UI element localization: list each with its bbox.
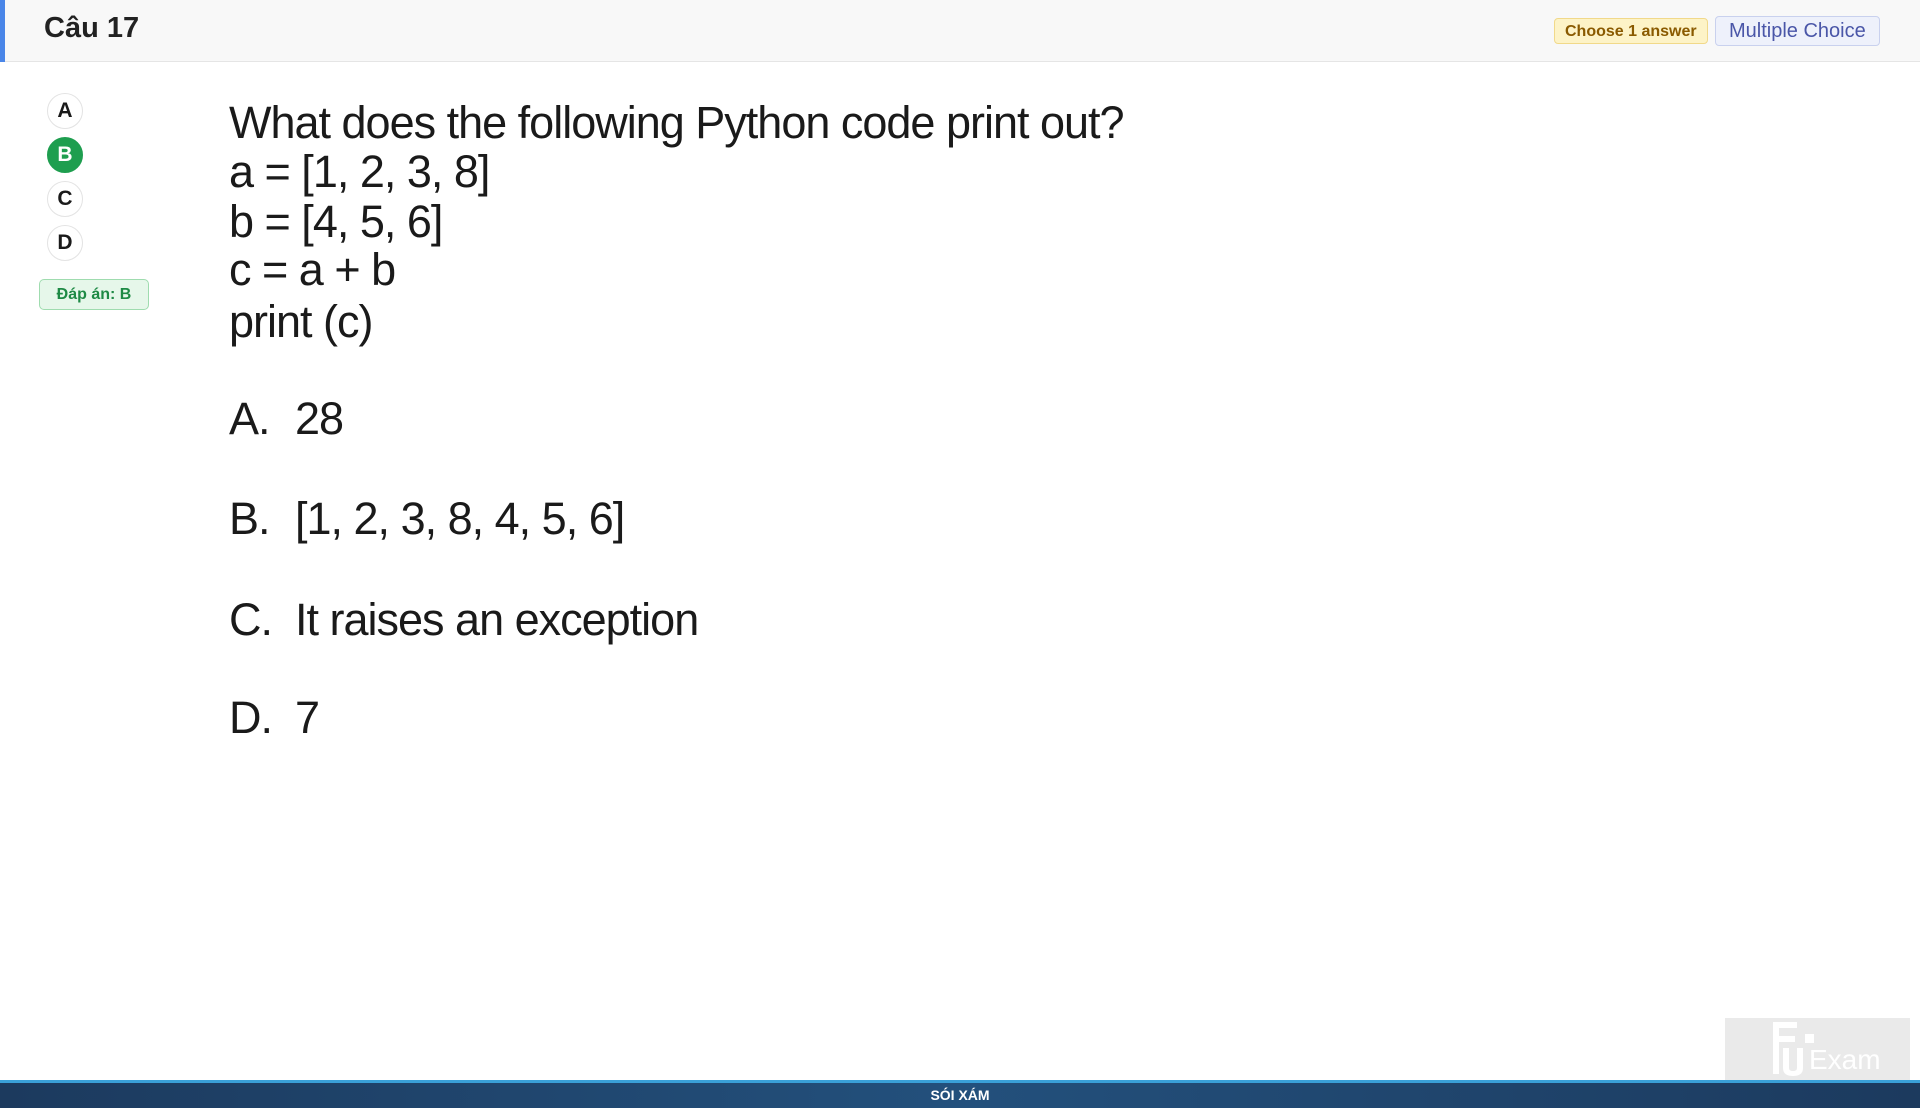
option-button-c[interactable]: C [47,181,83,217]
choice-letter: C. [229,594,273,645]
option-button-d[interactable]: D [47,225,83,261]
code-line-3: c = a + b [229,244,396,295]
exam-logo-text: Exam [1809,1044,1881,1075]
footer-bar: SÓI XÁM [0,1080,1920,1108]
question-title: Câu 17 [44,12,140,44]
code-line-2: b = [4, 5, 6] [229,196,443,247]
choice-text: 28 [295,393,344,444]
code-line-4: print (c) [229,296,374,347]
choice-letter: D. [229,692,273,743]
exam-logo: Exam [1725,1018,1910,1080]
question-text: What does the following Python code prin… [229,97,1125,148]
answer-key-badge: Đáp án: B [39,279,149,310]
page: Câu 17 Choose 1 answer Multiple Choice A… [0,0,1920,1108]
choice-a[interactable]: A. 28 [229,393,344,445]
option-button-a[interactable]: A [47,93,83,129]
choice-d[interactable]: D. 7 [229,692,320,744]
choice-letter: A. [229,393,271,444]
option-button-b[interactable]: B [47,137,83,173]
choice-c[interactable]: C. It raises an exception [229,594,699,646]
question-header: Câu 17 Choose 1 answer Multiple Choice [0,0,1920,62]
question-type-badge: Multiple Choice [1715,16,1880,46]
choice-text: It raises an exception [295,594,699,645]
code-line-1: a = [1, 2, 3, 8] [229,146,490,197]
header-accent-bar [0,0,5,62]
footer-label: SÓI XÁM [930,1087,990,1103]
choose-count-badge: Choose 1 answer [1554,18,1708,44]
choice-b[interactable]: B. [1, 2, 3, 8, 4, 5, 6] [229,493,625,545]
exam-logo-icon: Exam [1773,1022,1881,1076]
choice-text: 7 [295,692,320,743]
choice-text: [1, 2, 3, 8, 4, 5, 6] [295,493,625,544]
choice-letter: B. [229,493,271,544]
